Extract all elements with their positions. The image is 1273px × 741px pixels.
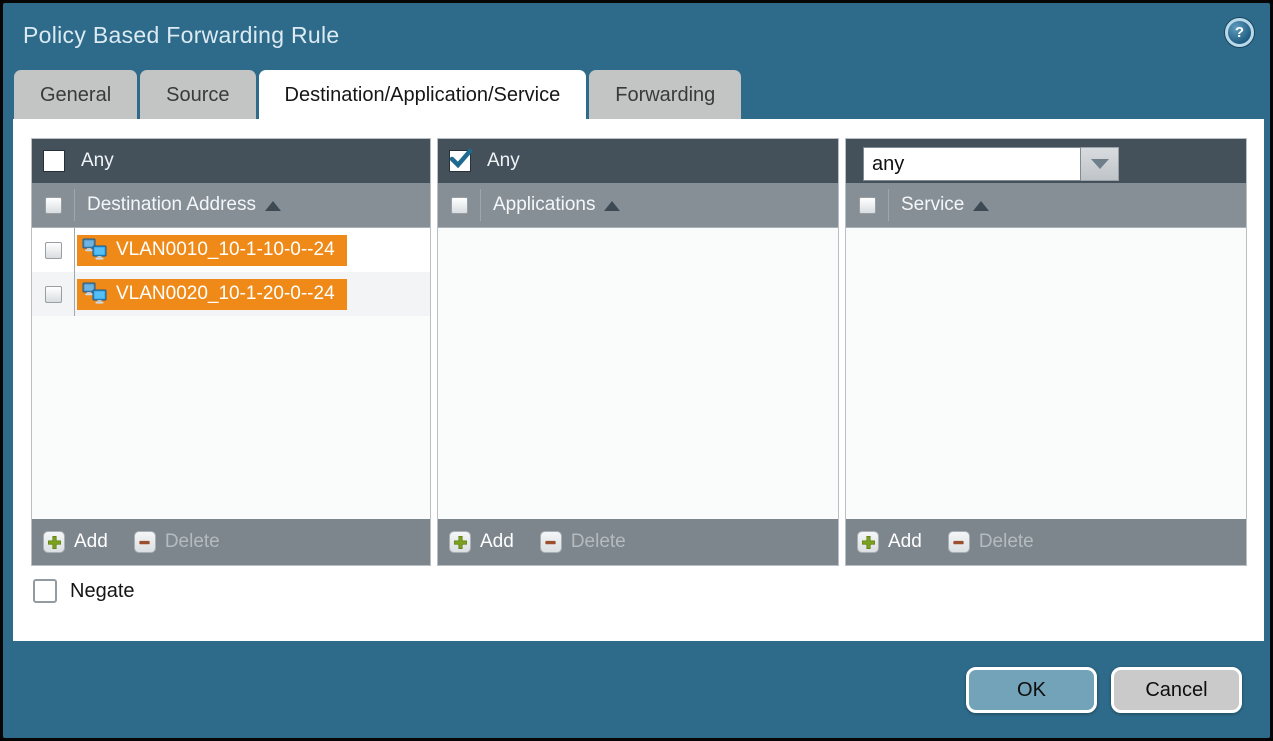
applications-any-label: Any [487,150,520,172]
sort-ascending-icon[interactable] [265,201,281,211]
sort-ascending-icon[interactable] [604,201,620,211]
applications-any-checkbox[interactable] [449,150,471,172]
applications-add-button[interactable]: Add [449,531,514,553]
row-checkbox[interactable] [45,286,62,303]
destination-address-list: VLAN0010_10-1-10-0--24 [32,228,430,519]
page-title: Policy Based Forwarding Rule [23,22,340,49]
help-icon[interactable]: ? [1225,18,1254,47]
service-toolbar: Add Delete [846,519,1246,565]
delete-minus-icon [540,531,562,553]
tab-source[interactable]: Source [140,70,255,119]
destination-any-checkbox[interactable] [43,150,65,172]
destination-address-column: Any Destination Address [31,138,431,566]
tab-forwarding[interactable]: Forwarding [589,70,741,119]
checkmark-icon [448,146,474,172]
applications-list [438,228,838,519]
service-delete-button[interactable]: Delete [948,531,1034,553]
destination-any-bar: Any [32,139,430,183]
service-combo: any [863,147,1119,181]
policy-based-forwarding-dialog: Policy Based Forwarding Rule ? General S… [0,0,1273,741]
row-checkbox[interactable] [45,242,62,259]
negate-checkbox[interactable] [33,579,57,603]
applications-header[interactable]: Applications [438,183,838,228]
applications-select-all-checkbox[interactable] [451,197,468,214]
service-dropdown-bar: any [846,139,1246,183]
cancel-button[interactable]: Cancel [1111,667,1242,713]
service-header[interactable]: Service [846,183,1246,228]
add-plus-icon [449,531,471,553]
service-list [846,228,1246,519]
service-select-all-checkbox[interactable] [859,197,876,214]
delete-minus-icon [134,531,156,553]
add-plus-icon [43,531,65,553]
address-object-label: VLAN0010_10-1-10-0--24 [116,239,335,261]
destination-header-label: Destination Address [87,194,256,216]
sort-ascending-icon[interactable] [973,201,989,211]
applications-delete-button[interactable]: Delete [540,531,626,553]
dialog-buttons: OK Cancel [966,667,1242,713]
service-column: any Service Add [845,138,1247,566]
service-dropdown-button[interactable] [1081,147,1119,181]
destination-row-vlan0020[interactable]: VLAN0020_10-1-20-0--24 [32,272,430,316]
destination-delete-button[interactable]: Delete [134,531,220,553]
ok-button[interactable]: OK [966,667,1097,713]
applications-any-bar: Any [438,139,838,183]
network-address-icon [82,238,108,262]
network-address-icon [82,282,108,306]
tab-content-panel: Any Destination Address [13,119,1264,641]
address-object-vlan0020[interactable]: VLAN0020_10-1-20-0--24 [77,279,347,310]
delete-minus-icon [948,531,970,553]
destination-select-all-checkbox[interactable] [45,197,62,214]
service-add-button[interactable]: Add [857,531,922,553]
tab-strip: General Source Destination/Application/S… [14,70,741,119]
service-header-label: Service [901,194,964,216]
destination-address-header[interactable]: Destination Address [32,183,430,228]
applications-toolbar: Add Delete [438,519,838,565]
address-object-vlan0010[interactable]: VLAN0010_10-1-10-0--24 [77,235,347,266]
tab-destination-application-service[interactable]: Destination/Application/Service [259,70,587,119]
destination-any-label: Any [81,150,114,172]
destination-toolbar: Add Delete [32,519,430,565]
destination-add-button[interactable]: Add [43,531,108,553]
service-dropdown-input[interactable]: any [863,147,1081,181]
negate-label: Negate [70,580,135,603]
negate-row: Negate [33,579,135,603]
title-bar: Policy Based Forwarding Rule ? [3,3,1270,69]
chevron-down-icon [1091,159,1109,169]
address-object-label: VLAN0020_10-1-20-0--24 [116,283,335,305]
applications-header-label: Applications [493,194,595,216]
applications-column: Any Applications Add [437,138,839,566]
destination-row-vlan0010[interactable]: VLAN0010_10-1-10-0--24 [32,228,430,272]
tab-general[interactable]: General [14,70,137,119]
add-plus-icon [857,531,879,553]
